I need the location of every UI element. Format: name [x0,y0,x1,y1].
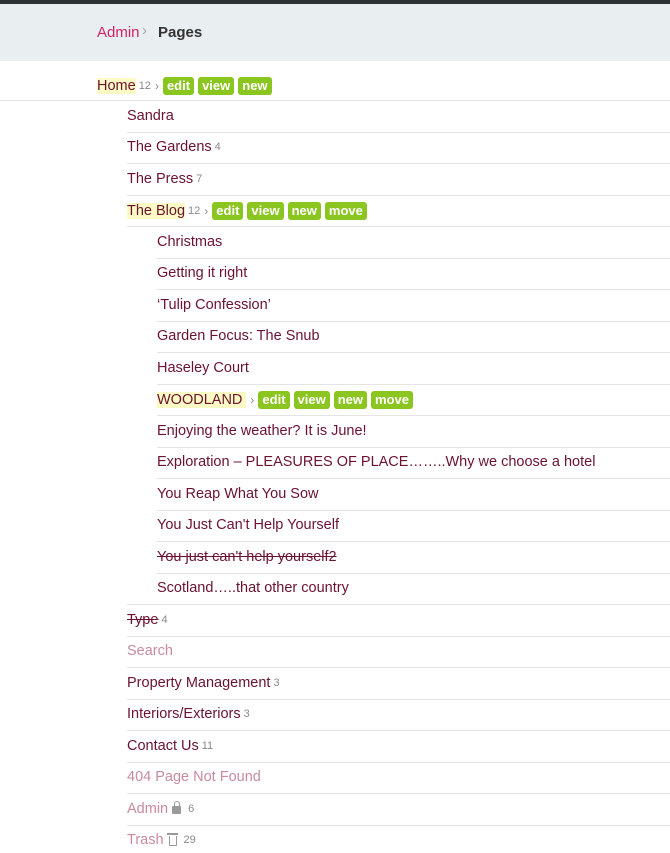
page-link[interactable]: Scotland…..that other country [157,580,349,596]
tree-row: Scotland…..that other country [0,573,670,605]
child-count: 12 [188,205,201,217]
page-link-woodland[interactable]: WOODLAND [157,392,247,408]
page-link[interactable]: You Reap What You Sow [157,486,319,502]
view-button[interactable]: view [247,202,284,220]
page-link-hidden[interactable]: Search [127,643,173,659]
page-link-unpublished[interactable]: Type [127,612,158,628]
tree-row: You just can't help yourself2 [0,542,670,574]
tree-row-woodland: WOODLAND › edit view new move [0,384,670,416]
tree-row: Trash 29 [0,825,670,853]
tree-row: Christmas [0,227,670,259]
trash-icon [166,833,178,846]
page-link-home[interactable]: Home [97,78,136,94]
new-button[interactable]: new [333,391,368,409]
tree-row: Enjoying the weather? It is June! [0,416,670,448]
page-link-admin[interactable]: Admin [127,801,168,817]
child-count: 3 [273,676,280,689]
page-link-blog[interactable]: The Blog [127,203,186,219]
page-link[interactable]: Getting it right [157,265,247,281]
child-count: 6 [188,802,195,815]
page-link[interactable]: Property Management [127,675,270,691]
page-link[interactable]: Enjoying the weather? It is June! [157,423,367,439]
tree-row: You Just Can't Help Yourself [0,510,670,542]
move-button[interactable]: move [324,202,367,220]
page-tree: Home 12 › edit view new Sandra The Garde… [0,69,670,853]
view-button[interactable]: view [198,77,235,95]
page-link[interactable]: Sandra [127,108,174,124]
tree-row: Interiors/Exteriors 3 [0,699,670,731]
tree-row: Property Management 3 [0,668,670,700]
page-link[interactable]: Haseley Court [157,360,249,376]
tree-row: Haseley Court [0,353,670,385]
tree-row: ‘Tulip Confession’ [0,290,670,322]
move-button[interactable]: move [371,391,413,409]
child-count: 4 [214,141,221,153]
breadcrumb-admin-link[interactable]: Admin [97,24,140,41]
child-count: 3 [243,708,250,720]
chevron-right-icon: › [250,393,255,407]
edit-button[interactable]: edit [212,202,244,220]
page-link[interactable]: The Press [127,171,193,187]
child-count: 4 [161,613,168,626]
page-link-unpublished[interactable]: You just can't help yourself2 [157,549,337,565]
tree-row: Search [0,636,670,668]
chevron-right-icon: › [204,204,209,218]
tree-row: Garden Focus: The Snub [0,321,670,353]
tree-row: Type 4 [0,605,670,637]
tree-row: Sandra [0,101,670,133]
child-count: 7 [196,172,203,185]
page-link-trash[interactable]: Trash [127,832,164,848]
tree-row: Exploration – PLEASURES OF PLACE……..Why … [0,447,670,479]
page-link[interactable]: Christmas [157,234,222,250]
breadcrumb-separator: › [142,22,147,39]
chevron-right-icon: › [154,79,159,93]
lock-icon [172,800,182,814]
header: Admin › Pages [0,4,670,61]
tree-row-home: Home 12 › edit view new [0,69,670,101]
edit-button[interactable]: edit [162,77,195,95]
tree-row-blog: The Blog 12 › edit view new move [0,195,670,227]
tree-row: Contact Us 11 [0,731,670,763]
page-link[interactable]: You Just Can't Help Yourself [157,517,339,533]
tree-row: Getting it right [0,258,670,290]
new-button[interactable]: new [287,202,321,220]
tree-row: 404 Page Not Found [0,762,670,794]
page-link[interactable]: ‘Tulip Confession’ [157,297,271,313]
page-link[interactable]: Contact Us [127,738,199,754]
tree-row: The Gardens 4 [0,132,670,164]
page-link-hidden[interactable]: 404 Page Not Found [127,769,261,785]
child-count: 12 [138,80,151,92]
page-link[interactable]: Exploration – PLEASURES OF PLACE……..Why … [157,454,595,470]
page-title: Pages [158,24,203,41]
tree-row: Admin 6 [0,794,670,826]
edit-button[interactable]: edit [258,391,290,409]
child-count: 11 [201,739,214,752]
page-link[interactable]: Interiors/Exteriors [127,706,241,722]
tree-row: The Press 7 [0,164,670,196]
new-button[interactable]: new [238,77,272,95]
view-button[interactable]: view [293,391,330,409]
tree-row: You Reap What You Sow [0,479,670,511]
page-link[interactable]: The Gardens [127,139,212,155]
child-count: 29 [183,834,196,846]
page-link[interactable]: Garden Focus: The Snub [157,328,320,344]
